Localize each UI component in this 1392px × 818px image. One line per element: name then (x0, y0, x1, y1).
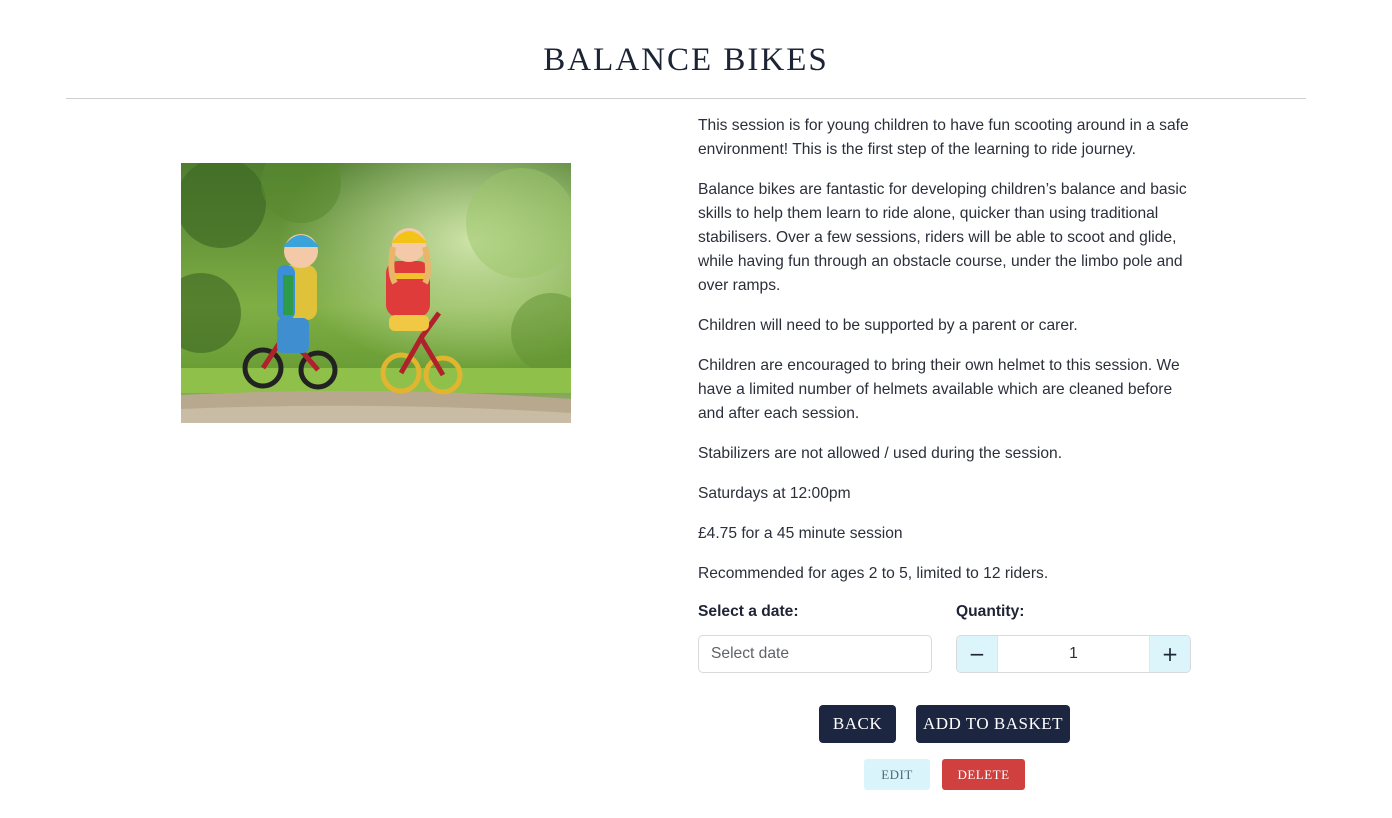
product-description: This session is for young children to ha… (698, 114, 1198, 602)
decrement-button[interactable]: − (957, 636, 997, 672)
increment-button[interactable]: + (1150, 636, 1190, 672)
description-paragraph: Balance bikes are fantastic for developi… (698, 181, 1187, 294)
page-title: BALANCE BIKES (543, 42, 829, 78)
session-schedule: Saturdays at 12:00pm (698, 485, 851, 502)
description-paragraph: Stabilizers are not allowed / used durin… (698, 445, 1063, 462)
quantity-label: Quantity: (956, 603, 1025, 620)
description-paragraph: This session is for young children to ha… (698, 117, 1189, 158)
description-paragraph: Children will need to be supported by a … (698, 317, 1078, 334)
back-button[interactable]: BACK (819, 705, 896, 743)
date-input[interactable] (698, 635, 932, 673)
session-price: £4.75 for a 45 minute session (698, 525, 903, 542)
product-photo-illustration (181, 163, 571, 423)
description-paragraph: Children are encouraged to bring their o… (698, 357, 1180, 422)
quantity-stepper: − 1 + (956, 635, 1191, 673)
title-divider (66, 98, 1306, 99)
delete-button[interactable]: DELETE (942, 759, 1025, 790)
date-label: Select a date: (698, 603, 799, 620)
add-to-basket-button[interactable]: ADD TO BASKET (916, 705, 1070, 743)
quantity-input[interactable]: 1 (997, 636, 1150, 672)
age-recommendation: Recommended for ages 2 to 5, limited to … (698, 565, 1049, 582)
edit-button[interactable]: EDIT (864, 759, 930, 790)
product-image (181, 163, 571, 423)
